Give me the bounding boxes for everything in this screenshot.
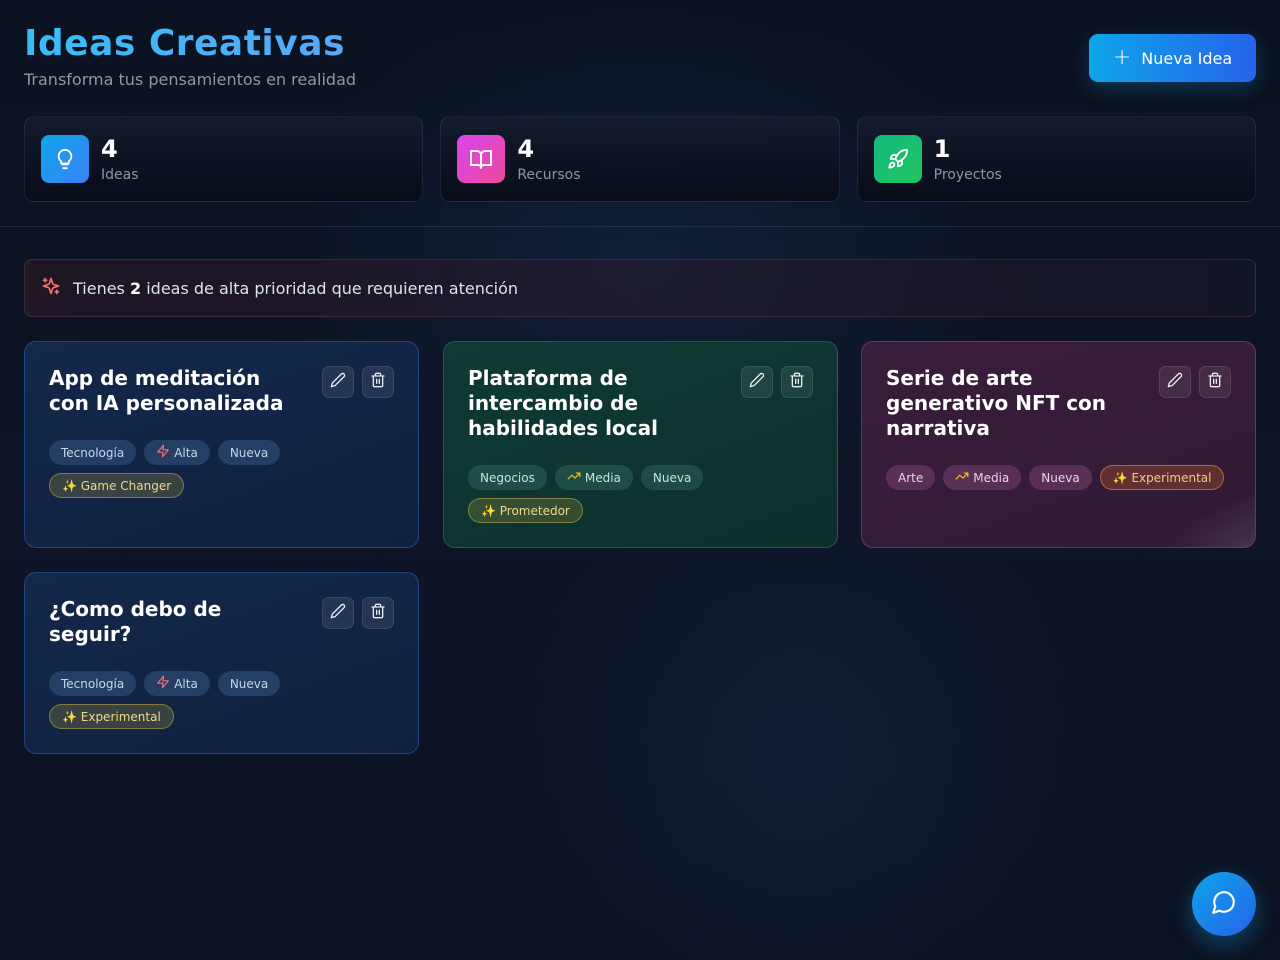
header: Ideas Creativas Transforma tus pensamien… bbox=[24, 22, 1256, 92]
category-tag: Tecnología bbox=[49, 440, 137, 465]
trash-icon bbox=[789, 372, 805, 392]
potential-badge: ✨ Game Changer bbox=[49, 473, 185, 498]
category-tag: Tecnología bbox=[49, 671, 137, 696]
delete-button[interactable] bbox=[1199, 366, 1231, 398]
potential-badge: ✨ Experimental bbox=[49, 704, 174, 729]
zap-icon bbox=[156, 675, 170, 692]
priority-tag: Alta bbox=[144, 671, 210, 696]
stat-recursos: 4 Recursos bbox=[440, 116, 840, 202]
card-actions bbox=[322, 366, 394, 398]
potential-badge: ✨ Prometedor bbox=[468, 498, 583, 523]
stat-proyectos-label: Proyectos bbox=[933, 167, 1002, 183]
stat-proyectos-value: 1 bbox=[933, 135, 951, 163]
trending-up-icon bbox=[955, 469, 969, 486]
status-tag: Nueva bbox=[640, 465, 704, 490]
sparkles-icon bbox=[41, 276, 61, 300]
idea-card[interactable]: ¿Como debo de seguir? Tecnología Alta Nu… bbox=[24, 572, 419, 754]
divider bbox=[0, 226, 1280, 227]
priority-alert: Tienes 2 ideas de alta prioridad que req… bbox=[24, 259, 1256, 317]
edit-button[interactable] bbox=[1159, 366, 1191, 398]
priority-tag: Media bbox=[943, 465, 1022, 490]
edit-button[interactable] bbox=[322, 597, 354, 629]
edit-button[interactable] bbox=[322, 366, 354, 398]
priority-tag: Alta bbox=[144, 440, 210, 465]
status-tag: Nueva bbox=[217, 671, 281, 696]
category-tag: Arte bbox=[886, 465, 936, 490]
pencil-icon bbox=[1167, 372, 1183, 392]
card-actions bbox=[1159, 366, 1231, 398]
tag-list: Negocios Media Nueva ✨ Prometedor bbox=[468, 465, 808, 523]
tag-list: Arte Media Nueva ✨ Experimental bbox=[886, 465, 1226, 490]
stat-ideas-label: Ideas bbox=[101, 167, 139, 183]
trash-icon bbox=[1207, 372, 1223, 392]
status-tag: Nueva bbox=[1029, 465, 1092, 490]
idea-title: Plataforma de intercambio de habilidades… bbox=[468, 366, 658, 440]
tag-list: Tecnología Alta Nueva ✨ Experimental bbox=[49, 671, 389, 729]
alert-text: Tienes 2 ideas de alta prioridad que req… bbox=[73, 278, 518, 298]
pencil-icon bbox=[330, 603, 346, 623]
stat-recursos-value: 4 bbox=[517, 135, 535, 163]
potential-badge: ✨ Experimental bbox=[1099, 465, 1225, 490]
pencil-icon bbox=[749, 372, 765, 392]
new-idea-button[interactable]: + Nueva Idea bbox=[1089, 34, 1256, 82]
plus-icon: + bbox=[1112, 45, 1132, 70]
card-actions bbox=[741, 366, 813, 398]
trending-up-icon bbox=[567, 469, 581, 486]
idea-title: App de meditación con IA personalizada bbox=[49, 366, 284, 415]
idea-card[interactable]: App de meditación con IA personalizada T… bbox=[24, 341, 419, 548]
status-tag: Nueva bbox=[217, 440, 281, 465]
delete-button[interactable] bbox=[781, 366, 813, 398]
category-tag: Negocios bbox=[468, 465, 547, 490]
stats-row: 4 Ideas 4 Recursos 1 Proyectos bbox=[24, 116, 1256, 202]
trash-icon bbox=[370, 372, 386, 392]
lightbulb-icon bbox=[41, 135, 89, 183]
rocket-icon bbox=[873, 135, 922, 183]
trash-icon bbox=[370, 603, 386, 623]
message-circle-icon bbox=[1211, 889, 1237, 919]
delete-button[interactable] bbox=[362, 366, 394, 398]
page-subtitle: Transforma tus pensamientos en realidad bbox=[24, 70, 357, 89]
card-decoration bbox=[1135, 485, 1255, 547]
pencil-icon bbox=[330, 372, 346, 392]
stat-ideas-value: 4 bbox=[101, 135, 118, 163]
stat-recursos-label: Recursos bbox=[517, 167, 581, 183]
zap-icon bbox=[156, 444, 170, 461]
card-actions bbox=[322, 597, 394, 629]
new-idea-label: Nueva Idea bbox=[1141, 48, 1233, 68]
chat-button[interactable] bbox=[1192, 872, 1256, 936]
idea-card[interactable]: Serie de arte generativo NFT con narrati… bbox=[861, 341, 1256, 548]
idea-title: Serie de arte generativo NFT con narrati… bbox=[886, 366, 1107, 440]
stat-proyectos: 1 Proyectos bbox=[856, 116, 1256, 202]
edit-button[interactable] bbox=[741, 366, 773, 398]
book-icon bbox=[457, 135, 506, 183]
idea-title: ¿Como debo de seguir? bbox=[49, 597, 222, 646]
page-title: Ideas Creativas bbox=[24, 22, 1256, 66]
tag-list: Tecnología Alta Nueva ✨ Game Changer bbox=[49, 440, 389, 498]
stat-ideas: 4 Ideas bbox=[24, 116, 424, 202]
priority-tag: Media bbox=[554, 465, 633, 490]
idea-card[interactable]: Plataforma de intercambio de habilidades… bbox=[443, 341, 838, 548]
delete-button[interactable] bbox=[362, 597, 394, 629]
